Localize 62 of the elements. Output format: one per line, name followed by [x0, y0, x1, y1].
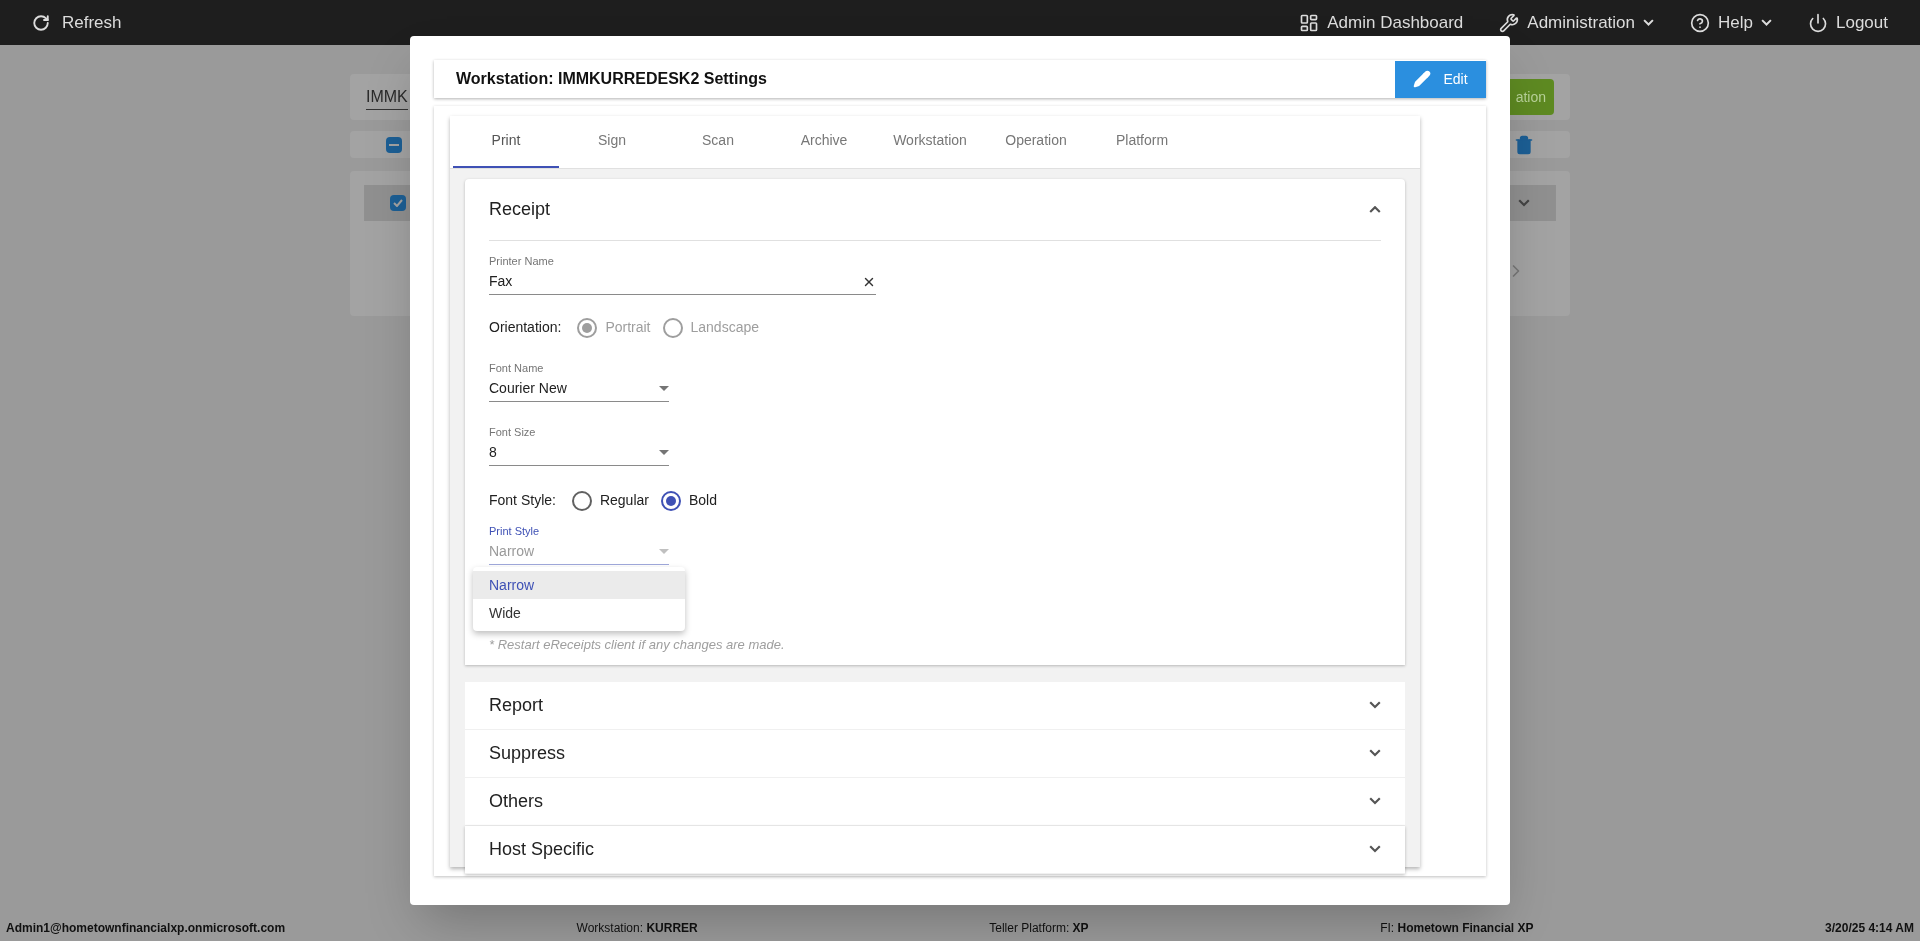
dropdown-arrow-icon: [659, 450, 669, 455]
checkbox[interactable]: [386, 136, 402, 153]
nav-link[interactable]: Administration: [1499, 9, 1655, 36]
menu-item[interactable]: Narrow: [473, 571, 685, 599]
radio-button[interactable]: [660, 490, 681, 511]
nav-link[interactable]: Admin Dashboard: [1299, 9, 1464, 36]
radio-label: Landscape: [690, 318, 759, 337]
field-label: Printer Name: [489, 254, 555, 269]
status-item: Workstation: KURRER: [576, 919, 698, 937]
help-icon: [1690, 12, 1711, 33]
accordion-header[interactable]: Others: [465, 777, 1405, 825]
menu-item[interactable]: Wide: [473, 599, 685, 627]
radio-button[interactable]: [571, 490, 592, 511]
pencil-icon: [1413, 70, 1432, 88]
tab[interactable]: Platform: [1089, 115, 1195, 168]
status-item: FI: Hometown Financial XP: [1380, 919, 1534, 937]
refresh-icon: [32, 13, 50, 32]
status-item: 3/20/25 4:14 AM: [1825, 919, 1914, 937]
field-label: Font Size: [489, 425, 537, 440]
checkbox[interactable]: [390, 195, 406, 211]
status-item: Teller Platform: XP: [989, 919, 1089, 937]
nav-link[interactable]: Logout: [1808, 9, 1888, 36]
refresh-button[interactable]: Refresh: [32, 9, 122, 36]
chevron-down-icon: [1369, 845, 1381, 853]
search-value: IMMK: [366, 84, 408, 110]
tab[interactable]: Archive: [771, 115, 877, 168]
status-item: Admin1@hometownfinancialxp.onmicrosoft.com: [6, 919, 286, 937]
nav-link[interactable]: Help: [1690, 9, 1772, 36]
chevron-down-icon: [1518, 199, 1530, 207]
field-label: Font Style:: [489, 491, 556, 510]
accordion-header[interactable]: Suppress: [465, 729, 1405, 777]
accordion-header[interactable]: Receipt: [465, 179, 1405, 240]
chevron-down-icon: [1369, 797, 1381, 805]
accordion-header[interactable]: Host Specific: [465, 825, 1405, 873]
modal-title: Workstation: IMMKURREDESK2 Settings: [456, 69, 767, 89]
chevron-up-icon: [1369, 205, 1381, 214]
accordion-header[interactable]: Report: [465, 681, 1405, 729]
radio-label: Portrait: [605, 318, 651, 337]
trash-icon: [1514, 134, 1534, 155]
tab[interactable]: Operation: [983, 115, 1089, 168]
field-label: Orientation:: [489, 318, 562, 337]
radio-label: Bold: [688, 491, 717, 510]
power-icon: [1808, 12, 1828, 33]
radio-label: Regular: [599, 491, 649, 510]
printer-name-field[interactable]: Fax: [489, 269, 876, 295]
dashboard-icon: [1299, 12, 1320, 33]
check-icon: [393, 199, 403, 207]
minus-icon: [389, 143, 399, 146]
chevron-down-icon: [1369, 749, 1381, 757]
dropdown-arrow-icon: [659, 386, 669, 391]
font-name-select[interactable]: Courier New: [489, 376, 669, 402]
tab[interactable]: Print: [453, 115, 559, 168]
tab[interactable]: Scan: [665, 115, 771, 168]
field-label: Print Style: [489, 524, 541, 539]
font-size-select[interactable]: 8: [489, 440, 669, 466]
dropdown-arrow-icon: [659, 549, 669, 554]
tab[interactable]: Sign: [559, 115, 665, 168]
tab[interactable]: Workstation: [877, 115, 983, 168]
field-label: Font Name: [489, 361, 545, 376]
restart-note: * Restart eReceipts client if any changes are made.: [489, 636, 786, 654]
chevron-down-icon: [1369, 701, 1381, 709]
wrench-icon: [1499, 12, 1520, 33]
